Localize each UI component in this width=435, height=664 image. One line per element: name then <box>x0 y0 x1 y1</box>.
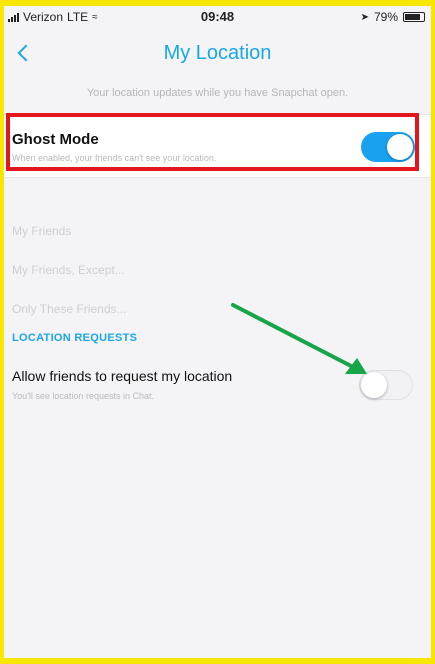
phone-screen: Verizon LTE ≈ 09:48 ➤ 79% My Location Yo… <box>4 6 431 658</box>
visibility-options: My Friends My Friends, Except... Only Th… <box>4 186 431 316</box>
location-requests-header: LOCATION REQUESTS <box>12 332 138 344</box>
yellow-frame: Verizon LTE ≈ 09:48 ➤ 79% My Location Yo… <box>0 0 435 664</box>
battery-percent: 79% <box>373 10 398 24</box>
status-right: ➤ 79% <box>361 10 425 24</box>
green-arrow-annotation <box>231 303 367 374</box>
location-requests-label: Allow friends to request my location <box>12 368 233 384</box>
battery-icon <box>403 12 425 22</box>
option-my-friends-except: My Friends, Except... <box>12 263 125 277</box>
status-bar: Verizon LTE ≈ 09:48 ➤ 79% <box>4 6 431 28</box>
page-title: My Location <box>163 42 272 64</box>
option-only-these-friends: Only These Friends... <box>12 302 127 316</box>
location-requests-description: You'll see location requests in Chat. <box>12 391 154 401</box>
nav-bar: My Location <box>4 32 431 72</box>
location-services-icon: ➤ <box>360 11 369 23</box>
option-my-friends: My Friends <box>12 224 72 238</box>
red-highlight-box <box>6 113 419 171</box>
location-subtitle: Your location updates while you have Sna… <box>86 87 349 99</box>
arrow-shaft <box>231 303 355 369</box>
